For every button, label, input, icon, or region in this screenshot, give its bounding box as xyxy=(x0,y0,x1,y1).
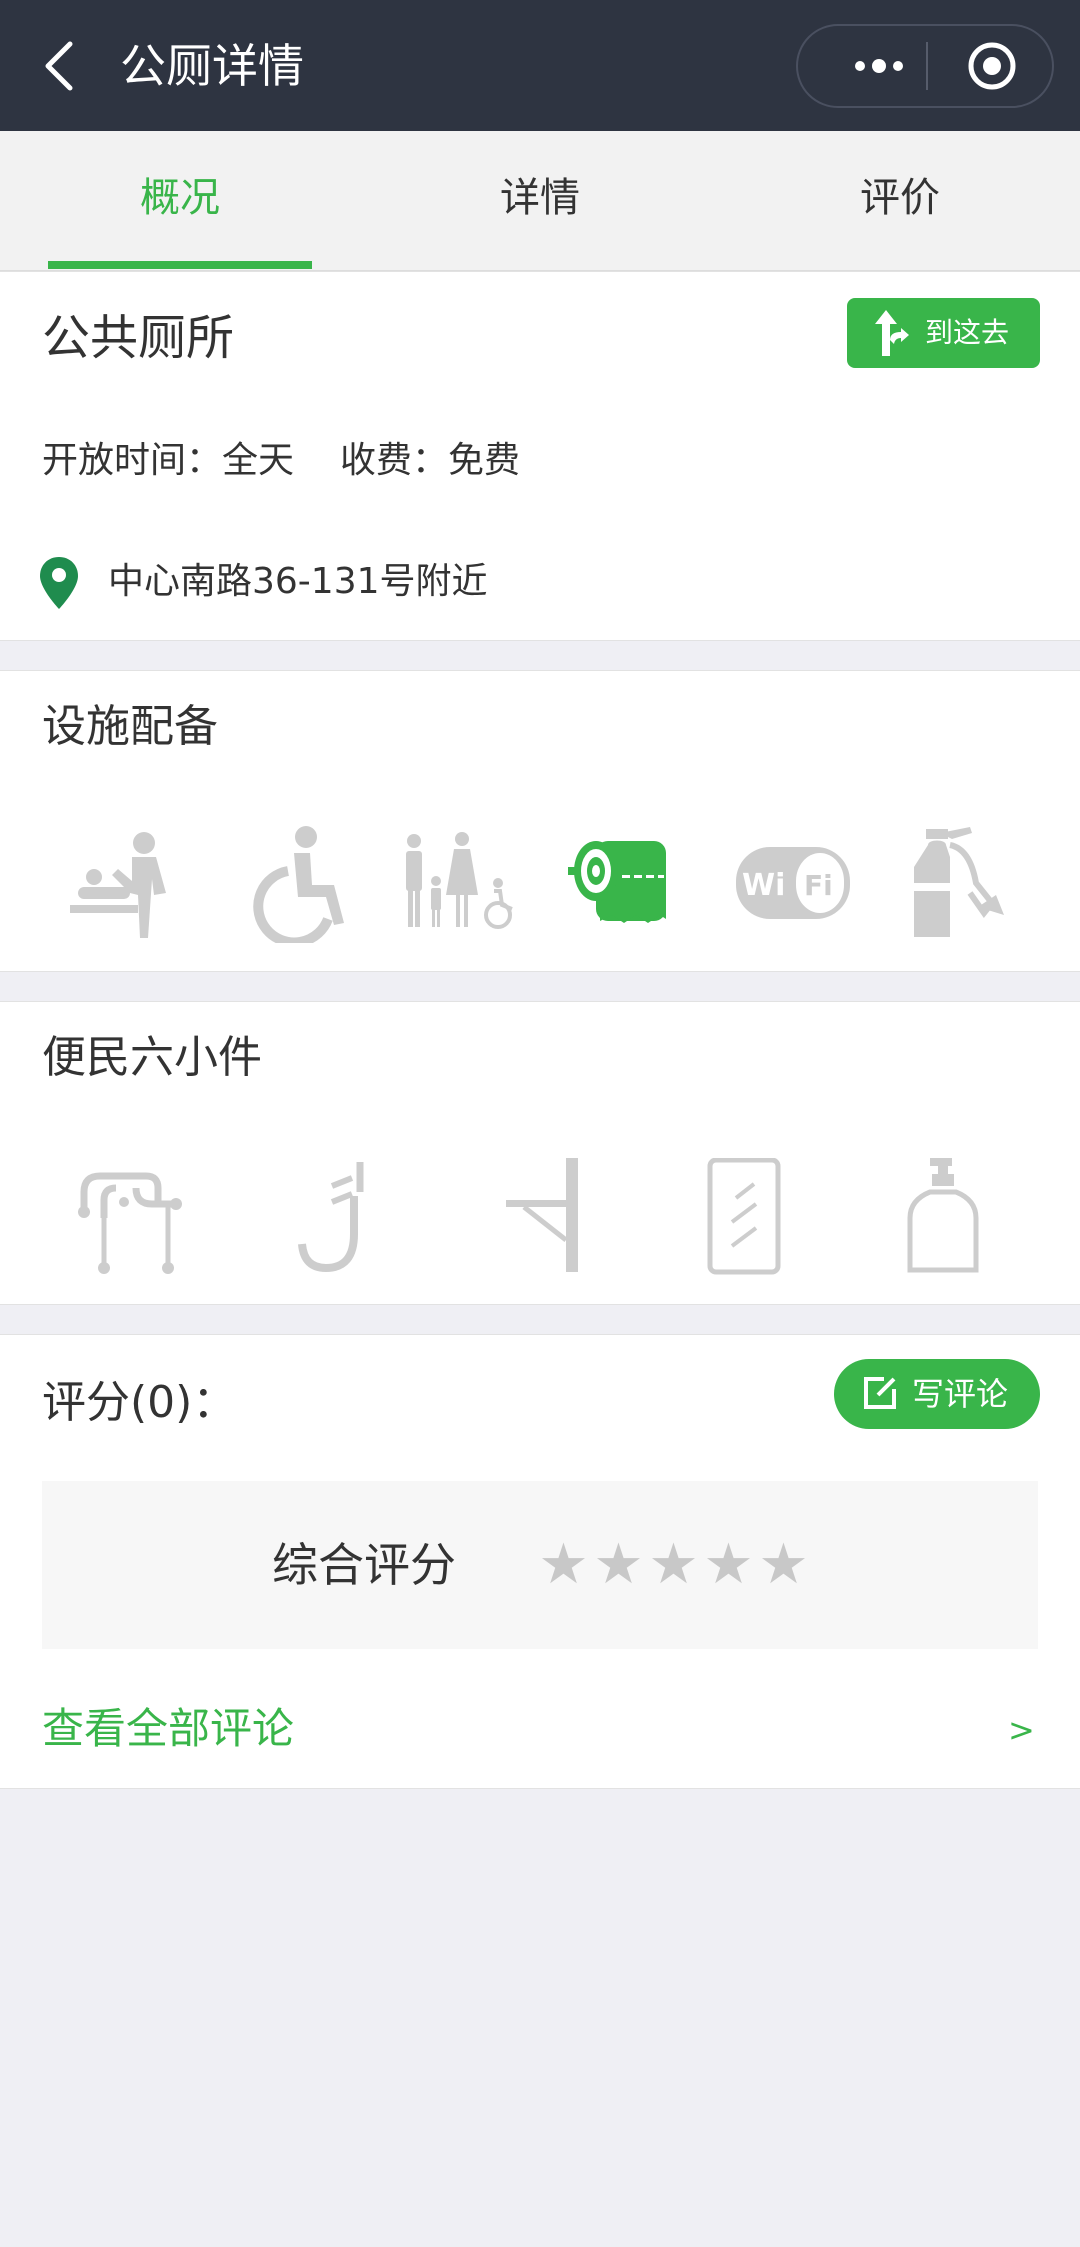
star-icon: ★ xyxy=(648,1532,699,1597)
fire-extinguisher-icon xyxy=(900,823,1020,943)
baby-changing-icon xyxy=(62,823,182,943)
star-icon: ★ xyxy=(758,1532,809,1597)
capsule-menu xyxy=(796,24,1054,108)
navigate-button[interactable]: 到这去 xyxy=(847,298,1040,368)
tab-bar: 概况 详情 评价 xyxy=(0,131,1080,272)
wifi-icon: Wi Fi xyxy=(734,823,854,943)
conveniences-title: 便民六小件 xyxy=(42,1032,262,1083)
edit-icon xyxy=(862,1375,898,1411)
conveniences-card: 便民六小件 xyxy=(0,1001,1080,1305)
navbar: 公厕详情 xyxy=(0,0,1080,131)
toilet-name: 公共厕所 xyxy=(42,310,235,366)
overall-score-box: 综合评分 ★★★★★ xyxy=(42,1481,1038,1649)
shelf-icon xyxy=(482,1158,602,1278)
rating-title: 评分(0)： xyxy=(42,1377,237,1428)
address-text: 中心南路36-131号附近 xyxy=(108,561,488,602)
info-row: 开放时间：全天 收费：免费 xyxy=(42,437,520,485)
view-all-reviews-link[interactable]: 查看全部评论 xyxy=(42,1701,294,1757)
coat-hooks-icon xyxy=(76,1158,196,1278)
star-icon: ★ xyxy=(593,1532,644,1597)
family-restroom-icon xyxy=(400,823,520,943)
direction-arrow-icon xyxy=(875,310,909,356)
overview-card: 公共厕所 到这去 开放时间：全天 收费：免费 中心南路36-131号附近 xyxy=(0,271,1080,641)
fee-label: 收费： xyxy=(340,440,449,481)
toilet-paper-icon xyxy=(566,823,686,943)
open-time-label: 开放时间： xyxy=(42,440,223,481)
target-close-icon[interactable] xyxy=(966,40,1018,92)
wheelchair-icon xyxy=(234,823,354,943)
write-review-label: 写评论 xyxy=(912,1375,1009,1413)
star-icon: ★ xyxy=(703,1532,754,1597)
mirror-icon xyxy=(684,1158,804,1278)
tab-reviews[interactable]: 评价 xyxy=(720,131,1080,270)
fee-value: 免费 xyxy=(448,440,521,481)
page-title: 公厕详情 xyxy=(120,39,304,93)
location-pin-icon xyxy=(38,555,80,611)
star-rating: ★★★★★ xyxy=(536,1533,811,1597)
svg-text:Fi: Fi xyxy=(804,869,833,902)
soap-dispenser-icon xyxy=(886,1158,1006,1278)
rating-card: 评分(0)： 写评论 综合评分 ★★★★★ 查看全部评论 > xyxy=(0,1334,1080,1789)
more-dots-icon[interactable] xyxy=(834,26,924,106)
active-tab-indicator xyxy=(48,261,312,269)
svg-text:Wi: Wi xyxy=(742,868,785,903)
facilities-card: 设施配备 Wi Fi xyxy=(0,670,1080,972)
overall-score-label: 综合评分 xyxy=(272,1538,456,1592)
tab-overview[interactable]: 概况 xyxy=(0,131,360,270)
write-review-button[interactable]: 写评论 xyxy=(834,1359,1040,1429)
tab-details[interactable]: 详情 xyxy=(360,131,720,270)
open-time-value: 全天 xyxy=(222,440,295,481)
capsule-divider xyxy=(926,42,928,90)
navigate-label: 到这去 xyxy=(925,316,1010,349)
star-icon: ★ xyxy=(538,1532,589,1597)
handrail-icon xyxy=(278,1158,398,1278)
chevron-left-icon[interactable] xyxy=(40,40,80,92)
facilities-title: 设施配备 xyxy=(42,701,218,752)
chevron-right-icon[interactable]: > xyxy=(1008,1705,1035,1755)
